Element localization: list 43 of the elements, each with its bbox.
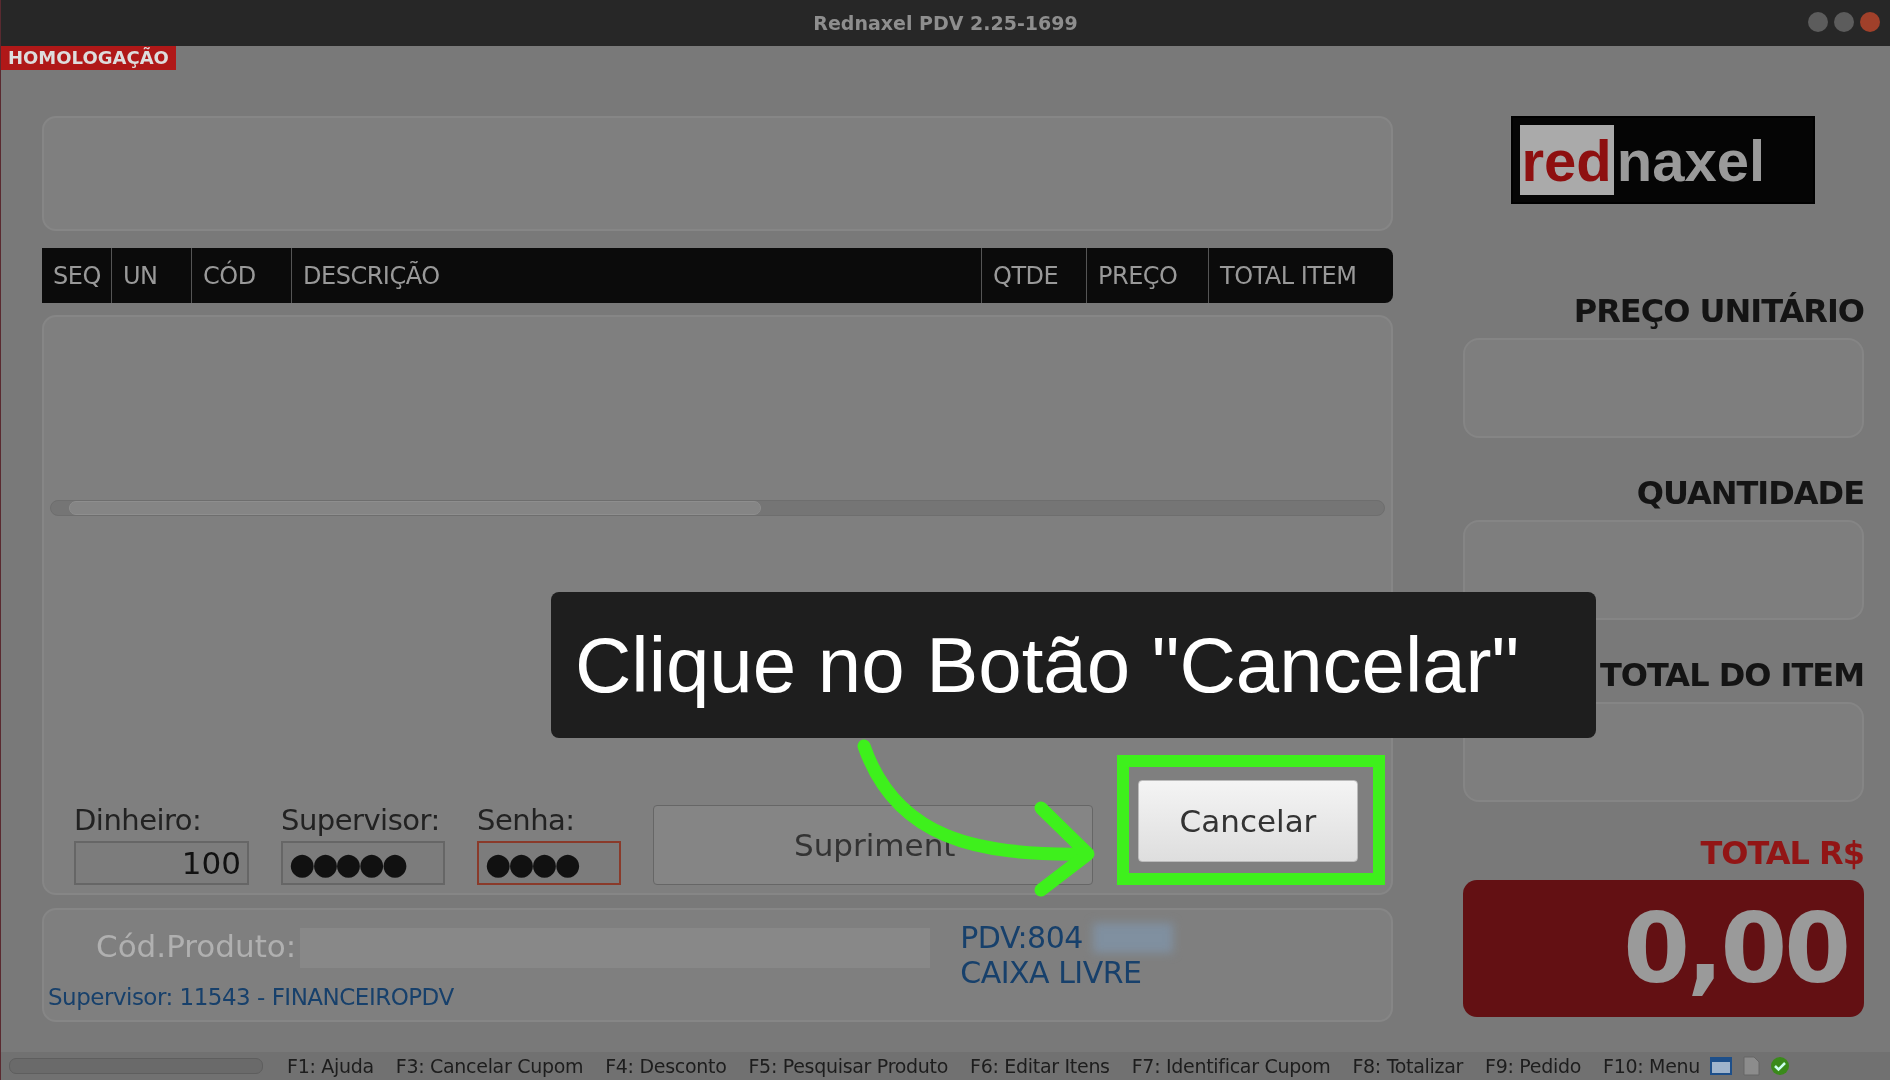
shortcut-hint: F6: Editar Itens — [970, 1055, 1110, 1077]
field-label: Senha: — [477, 803, 576, 837]
callout-text: Clique no Botão "Cancelar" — [575, 619, 1520, 711]
shortcut-hint: F4: Desconto — [605, 1055, 727, 1077]
close-button[interactable] — [1860, 12, 1880, 32]
supervisor-info: Supervisor: 11543 - FINANCEIROPDV — [48, 984, 455, 1010]
summary-label: QUANTIDADE — [1635, 474, 1864, 512]
cancel-button[interactable]: Cancelar — [1138, 780, 1358, 862]
scrollbar-thumb[interactable] — [69, 501, 761, 515]
column-header: DESCRIÇÃO — [292, 248, 982, 303]
field-label: Supervisor: — [281, 803, 441, 837]
register-status: CAIXA LIVRE — [960, 955, 1143, 990]
column-header: UN — [112, 248, 192, 303]
maximize-button[interactable] — [1834, 12, 1854, 32]
logo-text: naxel — [1615, 126, 1766, 194]
column-header: CÓD — [192, 248, 292, 303]
input-field[interactable]: 100 — [74, 841, 249, 885]
check-icon — [1770, 1056, 1791, 1076]
minimize-button[interactable] — [1808, 12, 1828, 32]
shortcut-hint: F1: Ajuda — [287, 1055, 374, 1077]
total-value: 0,00 — [1623, 892, 1848, 1005]
summary-label: PREÇO UNITÁRIO — [1572, 292, 1864, 330]
input-field[interactable]: ●●●● — [477, 841, 621, 885]
shortcut-hint: F10: Menu — [1603, 1055, 1701, 1077]
shortcut-hint: F8: Totalizar — [1352, 1055, 1464, 1077]
column-header: QTDE — [982, 248, 1087, 303]
column-header: SEQ — [42, 248, 112, 303]
shortcut-hint: F3: Cancelar Cupom — [395, 1055, 584, 1077]
window-icon — [1710, 1056, 1733, 1076]
column-header: PREÇO — [1087, 248, 1209, 303]
environment-badge: HOMOLOGAÇÃO — [1, 46, 176, 70]
total-label: TOTAL R$ — [1699, 834, 1864, 872]
input-field[interactable]: ●●●●● — [281, 841, 445, 885]
shortcut-hint: F5: Pesquisar Produto — [748, 1055, 949, 1077]
logo-text: red — [1519, 125, 1614, 195]
column-header: TOTAL ITEM — [1219, 260, 1358, 292]
field-label: Dinheiro: — [74, 803, 203, 837]
pdv-number: PDV:804 — [960, 920, 1083, 955]
document-icon — [1742, 1056, 1761, 1076]
shortcut-hint: F7: Identificar Cupom — [1131, 1055, 1331, 1077]
shortcut-hint: F9: Pedido — [1485, 1055, 1582, 1077]
horizontal-scrollbar[interactable] — [50, 500, 1385, 516]
window-title: Rednaxel PDV 2.25-1699 — [813, 12, 1078, 34]
